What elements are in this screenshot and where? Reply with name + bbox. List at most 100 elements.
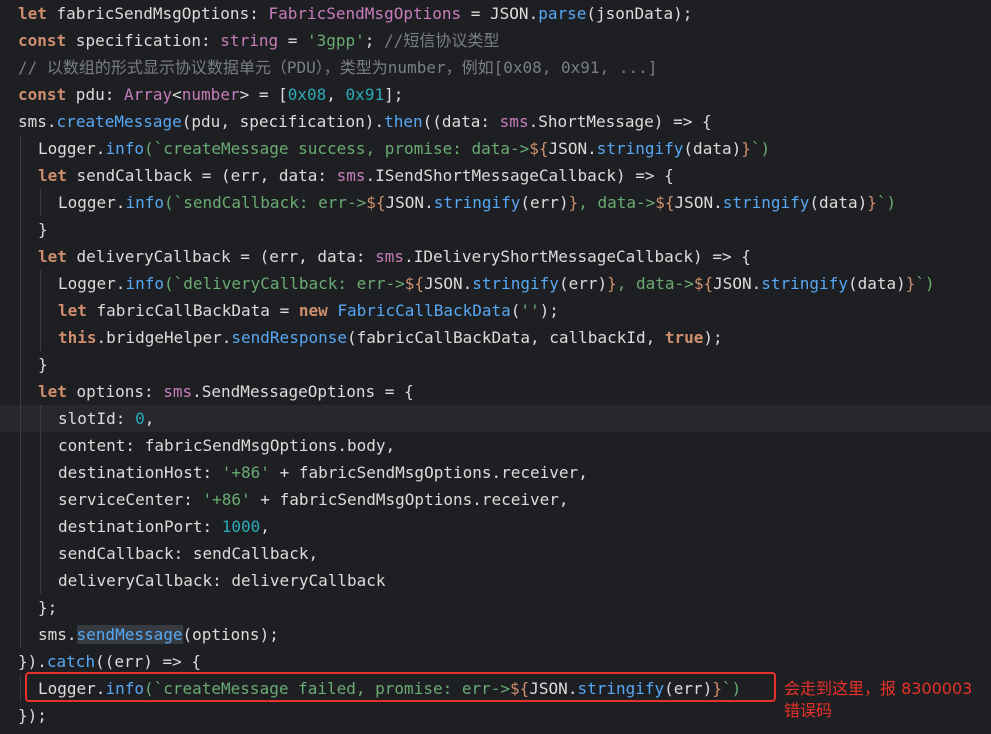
code-token: sms xyxy=(375,247,405,266)
code-token: let xyxy=(38,382,67,401)
code-token: (err) xyxy=(558,274,608,293)
code-token: sms. xyxy=(38,625,77,644)
code-token: then xyxy=(384,112,423,131)
code-token: content: fabricSendMsgOptions.body, xyxy=(58,436,396,455)
code-token: sms xyxy=(18,112,47,131)
code-token: deliveryCallback = (err, data: xyxy=(66,247,376,266)
code-token: = xyxy=(278,31,307,50)
code-line[interactable]: let fabricSendMsgOptions: FabricSendMsgO… xyxy=(0,0,991,27)
code-text: content: fabricSendMsgOptions.body, xyxy=(58,432,395,459)
code-text: serviceCenter: '+86' + fabricSendMsgOpti… xyxy=(58,486,569,513)
code-text: Logger.info(`sendCallback: err->${JSON.s… xyxy=(58,189,896,216)
code-text: let sendCallback = (err, data: sms.ISend… xyxy=(38,162,674,189)
code-line[interactable]: } xyxy=(0,216,991,243)
indent-guide xyxy=(20,378,21,405)
indent-guide xyxy=(20,459,21,486)
code-text: const specification: string = '3gpp'; //… xyxy=(18,27,499,54)
code-line[interactable]: }).catch((err) => { xyxy=(0,648,991,675)
code-token: (jsonData); xyxy=(586,4,693,23)
code-token: ( xyxy=(510,301,521,320)
code-token: `) xyxy=(876,193,897,212)
code-line[interactable]: }; xyxy=(0,594,991,621)
indent-guide xyxy=(20,243,21,270)
code-token: sendCallback = (err, data: xyxy=(66,166,337,185)
code-token: ${ xyxy=(655,193,675,212)
code-token: JSON xyxy=(490,4,529,23)
code-text: } xyxy=(38,216,48,243)
code-token: sms xyxy=(163,382,193,401)
code-line[interactable]: slotId: 0, xyxy=(0,405,991,432)
code-token: }; xyxy=(38,598,58,617)
code-token: new xyxy=(298,301,328,320)
code-token: // 以数组的形式显示协议数据单元（PDU），类型为number，例如[0x08… xyxy=(18,58,658,77)
code-token: sms xyxy=(499,112,529,131)
code-line[interactable]: destinationPort: 1000, xyxy=(0,513,991,540)
code-token: . xyxy=(424,193,434,212)
code-token: > = [ xyxy=(239,85,288,104)
indent-guide xyxy=(20,567,21,594)
code-token: catch xyxy=(46,652,96,671)
code-text: deliveryCallback: deliveryCallback xyxy=(58,567,386,594)
code-line[interactable]: destinationHost: '+86' + fabricSendMsgOp… xyxy=(0,459,991,486)
code-token: stringify xyxy=(596,139,684,158)
code-line[interactable]: sms.createMessage(pdu, specification).th… xyxy=(0,108,991,135)
code-token: JSON xyxy=(424,274,463,293)
code-token: } xyxy=(38,220,48,239)
code-token: Logger xyxy=(58,274,116,293)
indent-guide xyxy=(40,189,41,216)
code-token: let xyxy=(18,4,47,23)
code-token: JSON xyxy=(674,193,714,212)
code-token: true xyxy=(664,328,704,347)
code-text: Logger.info(`deliveryCallback: err->${JS… xyxy=(58,270,935,297)
indent-guide xyxy=(40,513,41,540)
code-line[interactable]: serviceCenter: '+86' + fabricSendMsgOpti… xyxy=(0,486,991,513)
code-token: ; xyxy=(364,31,385,50)
code-token: (fabricCallBackData, callbackId, xyxy=(346,328,665,347)
code-text: let fabricCallBackData = new FabricCallB… xyxy=(58,297,559,324)
code-line[interactable]: let sendCallback = (err, data: sms.ISend… xyxy=(0,162,991,189)
code-line[interactable]: this.bridgeHelper.sendResponse(fabricCal… xyxy=(0,324,991,351)
indent-guide xyxy=(20,675,21,702)
code-line[interactable]: let options: sms.SendMessageOptions = { xyxy=(0,378,991,405)
code-line[interactable]: let deliveryCallback = (err, data: sms.I… xyxy=(0,243,991,270)
indent-guide xyxy=(20,270,21,297)
indent-guide xyxy=(20,621,21,648)
code-line[interactable]: const pdu: Array<number> = [0x08, 0x91]; xyxy=(0,81,991,108)
code-text: const pdu: Array<number> = [0x08, 0x91]; xyxy=(18,81,403,108)
code-token: . xyxy=(115,274,126,293)
code-text: }).catch((err) => { xyxy=(18,648,201,675)
code-line[interactable]: content: fabricSendMsgOptions.body, xyxy=(0,432,991,459)
code-token: + fabricSendMsgOptions.receiver, xyxy=(269,463,588,482)
code-token: pdu xyxy=(66,85,105,104)
code-line[interactable]: Logger.info(`createMessage success, prom… xyxy=(0,135,991,162)
code-token: stringify xyxy=(722,193,810,212)
code-token: '3gpp' xyxy=(307,31,365,50)
code-token: '+86' xyxy=(202,490,251,509)
code-editor[interactable]: let fabricSendMsgOptions: FabricSendMsgO… xyxy=(0,0,991,734)
code-text: let fabricSendMsgOptions: FabricSendMsgO… xyxy=(18,0,692,27)
code-token: . xyxy=(95,139,106,158)
code-line[interactable]: Logger.info(`deliveryCallback: err->${JS… xyxy=(0,270,991,297)
code-text: let deliveryCallback = (err, data: sms.I… xyxy=(38,243,751,270)
code-line[interactable]: let fabricCallBackData = new FabricCallB… xyxy=(0,297,991,324)
code-line[interactable]: } xyxy=(0,351,991,378)
indent-guide xyxy=(20,189,21,216)
code-line[interactable]: sms.sendMessage(options); xyxy=(0,621,991,648)
indent-guide xyxy=(40,540,41,567)
code-token: , xyxy=(144,409,155,428)
code-line[interactable]: const specification: string = '3gpp'; //… xyxy=(0,27,991,54)
code-line[interactable]: sendCallback: sendCallback, xyxy=(0,540,991,567)
code-token: serviceCenter: xyxy=(58,490,203,509)
code-line[interactable]: Logger.info(`sendCallback: err->${JSON.s… xyxy=(0,189,991,216)
code-token: sendCallback: sendCallback, xyxy=(58,544,319,563)
indent-guide xyxy=(20,540,21,567)
indent-guide xyxy=(20,216,21,243)
code-text: sms.createMessage(pdu, specification).th… xyxy=(18,108,712,135)
code-text: }; xyxy=(38,594,57,621)
code-token: parse xyxy=(538,4,587,23)
code-line[interactable]: // 以数组的形式显示协议数据单元（PDU），类型为number，例如[0x08… xyxy=(0,54,991,81)
code-token: }). xyxy=(18,652,47,671)
code-token: info xyxy=(125,274,164,293)
code-line[interactable]: deliveryCallback: deliveryCallback xyxy=(0,567,991,594)
